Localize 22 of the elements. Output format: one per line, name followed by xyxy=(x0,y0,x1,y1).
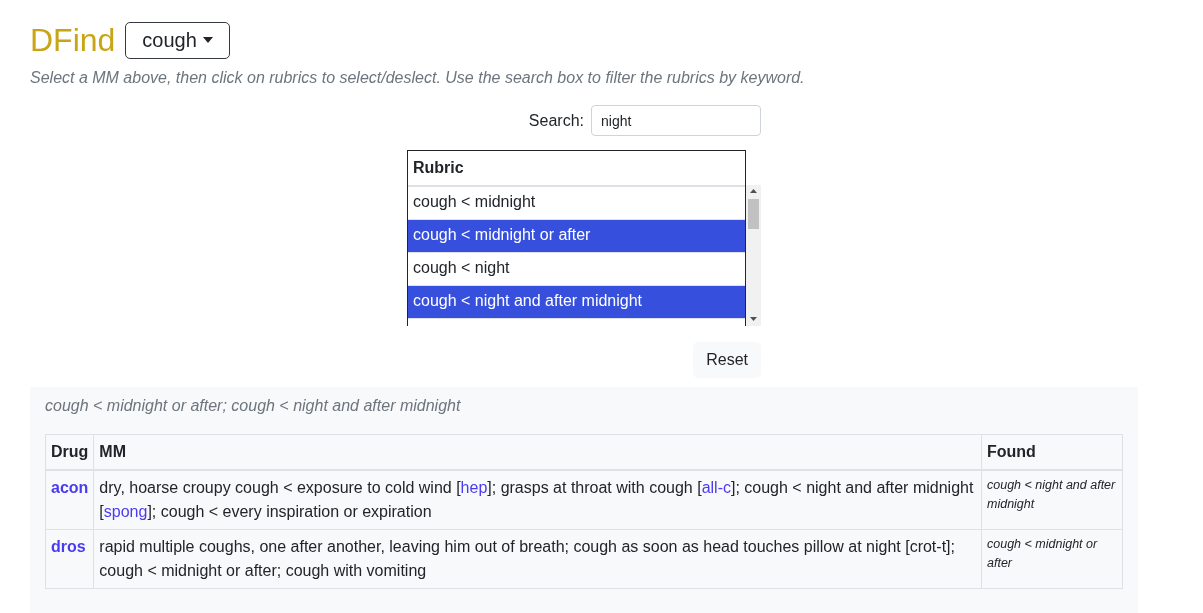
selected-rubrics-text: cough < midnight or after; cough < night and after midnight xyxy=(45,397,462,415)
column-header: Found xyxy=(981,434,1123,470)
remedy-link[interactable]: hep xyxy=(460,479,488,496)
search-label: Search: xyxy=(528,111,584,130)
found-text: cough < midnight or after xyxy=(981,529,1123,589)
column-header: MM xyxy=(93,434,982,470)
mm-text: dry, hoarse croupy cough < exposure to cold wind [hep]; grasps at throat with cough [all-c]; cough < night and after midnight [spong]; cough < every inspiration or expiration xyxy=(93,470,982,530)
mm-text: rapid multiple coughs, one after another, leaving him out of breath; cough as soon as head touches pillow at night [crot-t]; cough < midnight or after; cough with vomiting xyxy=(93,529,982,589)
column-header: Drug xyxy=(45,434,94,470)
drug-link[interactable]: dros xyxy=(45,529,94,589)
found-text: cough < night and after midnight xyxy=(981,470,1123,530)
instructions-text: Select a MM above, then click on rubrics to select/deslect. Use the search box to filter the rubrics by keyword. xyxy=(30,69,806,87)
reset-button[interactable]: Reset xyxy=(693,342,761,378)
app-title: DFind xyxy=(30,21,116,60)
mm-dropdown[interactable]: cough xyxy=(125,21,230,59)
remedy-link[interactable]: spong xyxy=(103,503,148,520)
remedy-link[interactable]: all-c xyxy=(701,479,731,496)
search-field[interactable]: night xyxy=(591,105,761,136)
rubric-item[interactable]: cough < night and after midnight xyxy=(408,286,745,319)
caret-icon xyxy=(202,37,213,43)
rubric-item[interactable]: cough < midnight or after xyxy=(408,220,745,253)
drug-link[interactable]: acon xyxy=(45,470,94,530)
